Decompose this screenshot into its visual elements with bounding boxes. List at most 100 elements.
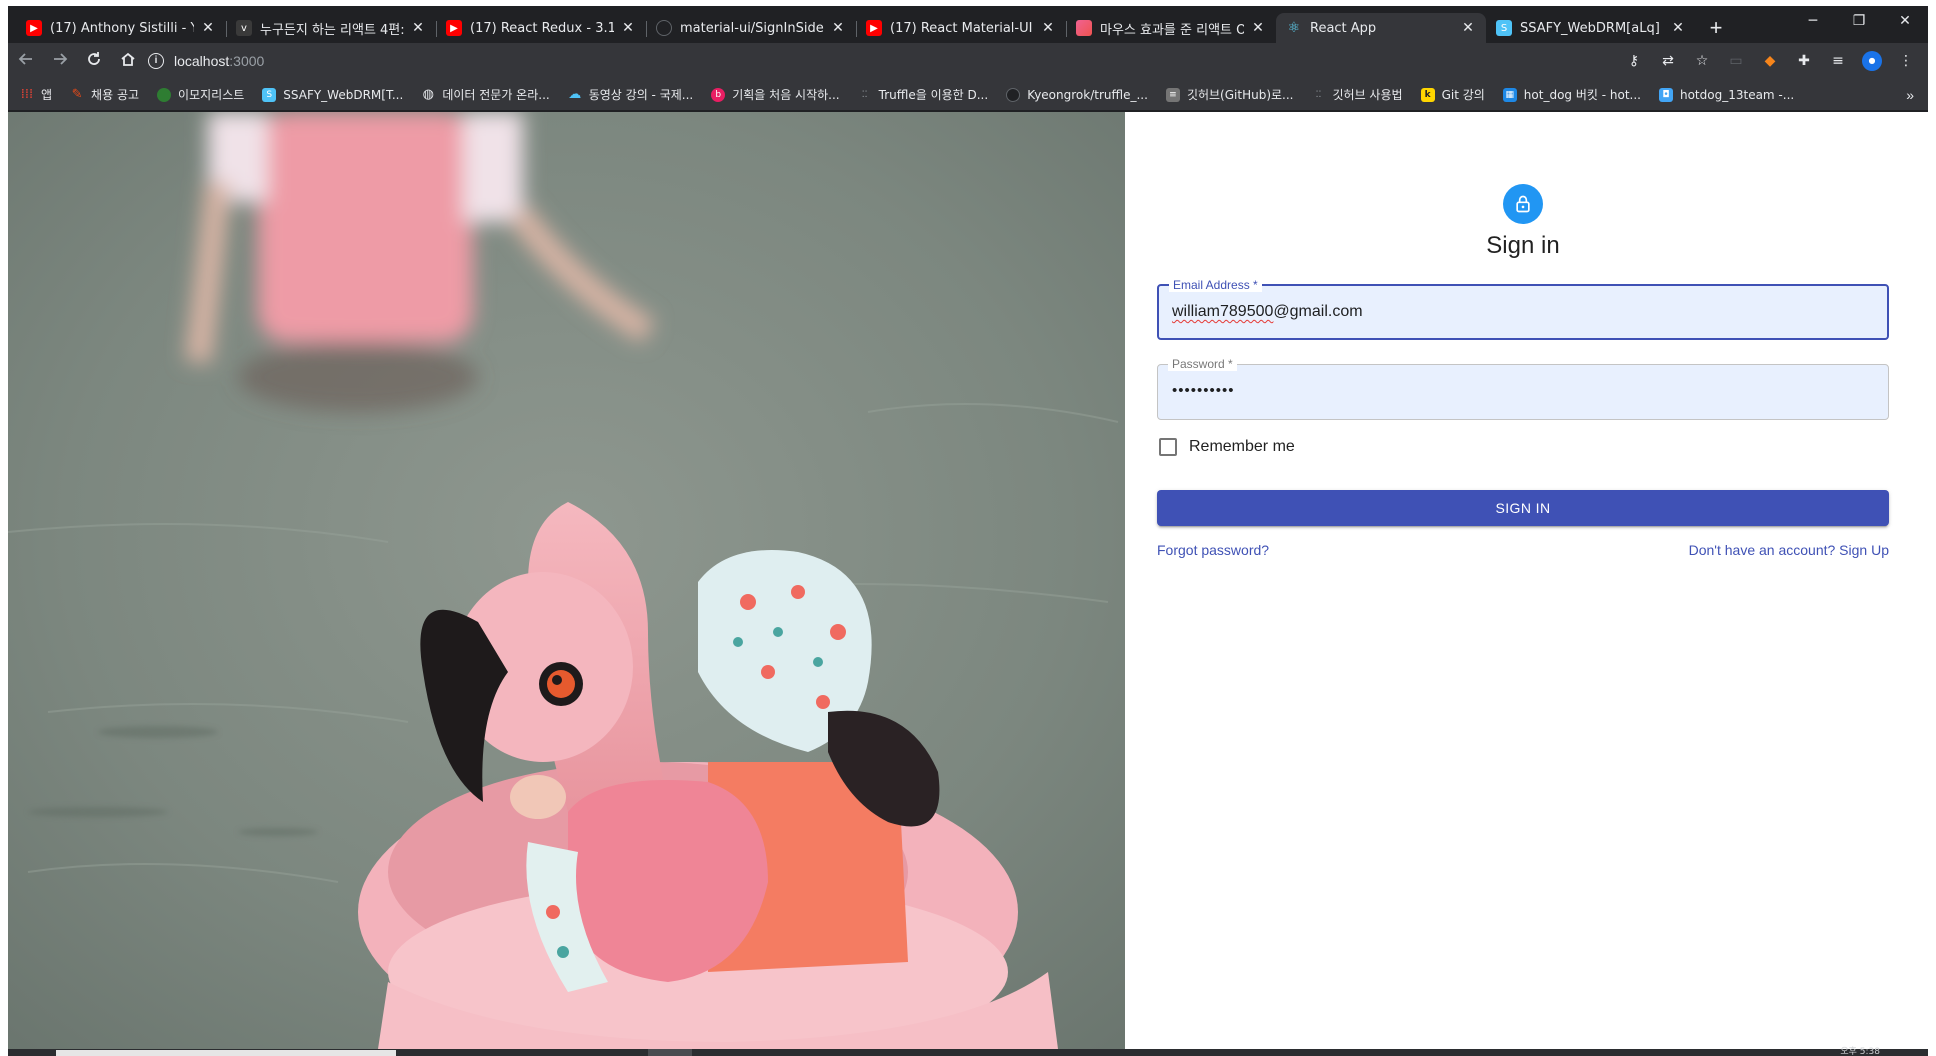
sign-in-button[interactable]: SIGN IN — [1157, 490, 1889, 526]
bookmark-data-expert[interactable]: ◍ 데이터 전문가 온라... — [421, 86, 550, 103]
bookmark-git-lecture[interactable]: k Git 강의 — [1420, 86, 1485, 103]
email-value[interactable]: william789500@gmail.com — [1172, 303, 1363, 321]
bookmark-hotdog-bucket[interactable]: ▦ hot_dog 버킷 - hot... — [1502, 86, 1641, 103]
bookmark-label: 깃허브(GitHub)로... — [1186, 88, 1294, 102]
tab-youtube-material-ui[interactable]: ▶ (17) React Material-UI The ✕ — [856, 13, 1066, 43]
apps-grid-icon: ⁞⁞⁞ — [20, 86, 34, 102]
bookmark-label: 깃허브 사용법 — [1332, 88, 1403, 102]
tab-ssafy-webdrm[interactable]: S SSAFY_WebDRM[aLq] ✕ — [1486, 13, 1696, 43]
close-tab-icon[interactable]: ✕ — [1670, 20, 1686, 36]
bookmarks-bar: ⁞⁞⁞ 앱 ✎ 채용 공고 이모지리스트 S SSAFY_WebDRM[T...… — [8, 79, 1928, 111]
bookmark-label: 기획을 처음 시작하... — [732, 88, 840, 102]
forward-button[interactable] — [44, 45, 76, 77]
remember-me-label: Remember me — [1189, 438, 1295, 455]
bookmark-github-usage[interactable]: ⁚⁚ 깃허브 사용법 — [1312, 86, 1403, 103]
page-content: Sign in Email Address * william789500@gm… — [8, 112, 1928, 1049]
github-icon — [656, 20, 672, 36]
tab-mouse-effect[interactable]: 마우스 효과를 준 리액트 O ✕ — [1066, 13, 1276, 43]
tab-youtube-redux[interactable]: ▶ (17) React Redux - 3.1. red ✕ — [436, 13, 646, 43]
bookmark-label: 데이터 전문가 온라... — [442, 88, 550, 102]
email-label: Email Address * — [1169, 278, 1262, 292]
bookmark-emoji-list[interactable]: 이모지리스트 — [157, 86, 244, 103]
os-taskbar: 오후 5:38 — [8, 1047, 1928, 1056]
url-host: localhost — [174, 53, 230, 69]
close-tab-icon[interactable]: ✕ — [1250, 20, 1266, 36]
bookmarks-overflow-button[interactable]: » — [1906, 87, 1914, 103]
hero-image — [8, 112, 1125, 1049]
bookmark-label: hot_dog 버킷 - hot... — [1523, 88, 1641, 102]
reload-icon — [88, 52, 100, 65]
remember-me[interactable]: Remember me — [1157, 438, 1889, 456]
bookmark-truffle[interactable]: ⁚⁚ Truffle을 이용한 D... — [858, 86, 988, 103]
bookmark-label: SSAFY_WebDRM[T... — [283, 87, 404, 102]
react-icon: ⚛ — [1287, 20, 1301, 36]
media-queue-icon[interactable]: ≡ — [1824, 47, 1852, 75]
back-button[interactable] — [10, 45, 42, 77]
star-icon[interactable]: ☆ — [1688, 47, 1716, 75]
bookmark-label: Git 강의 — [1441, 88, 1485, 102]
bookmark-planning[interactable]: b 기획을 처음 시작하... — [711, 86, 840, 103]
translate-icon[interactable]: ⇄ — [1654, 47, 1682, 75]
extension-placeholder-icon[interactable]: ▭ — [1722, 47, 1750, 75]
url-port: :3000 — [229, 53, 265, 69]
password-label: Password * — [1168, 357, 1237, 371]
signin-panel: Sign in Email Address * william789500@gm… — [1125, 112, 1928, 1049]
doc-icon: S — [262, 87, 277, 102]
bookmark-github-guide[interactable]: ≡ 깃허브(GitHub)로... — [1165, 86, 1294, 103]
youtube-icon: ▶ — [866, 20, 882, 36]
restore-button[interactable]: ❐ — [1836, 6, 1882, 36]
bookmark-kyeongrok-truffle[interactable]: Kyeongrok/truffle_... — [1006, 87, 1148, 102]
password-field[interactable]: Password * •••••••••• — [1157, 357, 1889, 420]
taskbar-clock: 오후 5:38 — [1840, 1047, 1880, 1056]
new-tab-button[interactable]: + — [1702, 14, 1730, 42]
pencil-icon: ✎ — [71, 86, 83, 102]
sign-up-link[interactable]: Don't have an account? Sign Up — [1689, 542, 1889, 558]
puzzle-icon[interactable]: ✚ — [1790, 47, 1818, 75]
close-tab-icon[interactable]: ✕ — [1460, 20, 1476, 36]
forgot-password-link[interactable]: Forgot password? — [1157, 542, 1269, 558]
arrow-left-icon — [18, 53, 32, 65]
bookmark-video-lectures[interactable]: ☁ 동영상 강의 - 국제... — [568, 86, 694, 103]
bookmark-apps[interactable]: ⁞⁞⁞ 앱 — [20, 86, 52, 103]
remember-me-checkbox[interactable] — [1159, 438, 1177, 456]
bookmark-label: 이모지리스트 — [178, 88, 245, 102]
grid-icon: ▦ — [1502, 87, 1517, 102]
menu-kebab-icon[interactable]: ⋮ — [1892, 47, 1920, 75]
close-window-button[interactable]: ✕ — [1882, 6, 1928, 36]
lock-avatar — [1503, 184, 1543, 224]
bookmark-label: 앱 — [41, 88, 53, 102]
metamask-icon[interactable]: ◆ — [1756, 47, 1784, 75]
bookmark-label: 동영상 강의 - 국제... — [588, 88, 694, 102]
home-button[interactable] — [112, 45, 144, 77]
key-icon[interactable]: ⚷ — [1620, 47, 1648, 75]
taskbar-app-icon[interactable] — [648, 1049, 692, 1056]
bookmark-jobs[interactable]: ✎ 채용 공고 — [70, 86, 139, 103]
reload-button[interactable] — [78, 45, 110, 77]
tab-github-signinside[interactable]: material-ui/SignInSide.js at ✕ — [646, 13, 856, 43]
tab-youtube-anthony[interactable]: ▶ (17) Anthony Sistilli - YouT ✕ — [16, 13, 226, 43]
address-bar[interactable]: i localhost:3000 — [148, 47, 1648, 75]
password-value[interactable]: •••••••••• — [1172, 382, 1235, 399]
email-field[interactable]: Email Address * william789500@gmail.com — [1157, 278, 1889, 340]
close-tab-icon[interactable]: ✕ — [830, 20, 846, 36]
bookmark-ssafy-webdrm[interactable]: S SSAFY_WebDRM[T... — [262, 87, 404, 102]
tab-title: React App — [1310, 20, 1377, 36]
close-tab-icon[interactable]: ✕ — [200, 20, 216, 36]
site-info-icon[interactable]: i — [148, 53, 164, 69]
doc-icon: S — [1496, 20, 1512, 36]
bookmark-label: 채용 공고 — [91, 88, 140, 102]
tab-react-app[interactable]: ⚛ React App ✕ — [1276, 13, 1486, 43]
avatar[interactable]: ● — [1862, 51, 1882, 71]
tab-title: SSAFY_WebDRM[aLq] — [1520, 20, 1660, 36]
bookmark-hotdog-team[interactable]: ◘ hotdog_13team -... — [1658, 87, 1794, 102]
close-tab-icon[interactable]: ✕ — [1040, 20, 1056, 36]
close-tab-icon[interactable]: ✕ — [620, 20, 636, 36]
taskbar-search-box[interactable] — [56, 1050, 396, 1056]
dots-icon: ⁚⁚ — [861, 89, 868, 100]
browser-window: ▶ (17) Anthony Sistilli - YouT ✕ v 누구든지 … — [8, 6, 1928, 1056]
close-tab-icon[interactable]: ✕ — [410, 20, 426, 36]
youtube-icon: ▶ — [26, 20, 42, 36]
minimize-button[interactable]: ─ — [1790, 6, 1836, 36]
tab-react-guide[interactable]: v 누구든지 하는 리액트 4편: ✕ — [226, 13, 436, 43]
tab-strip: ▶ (17) Anthony Sistilli - YouT ✕ v 누구든지 … — [8, 6, 1928, 43]
